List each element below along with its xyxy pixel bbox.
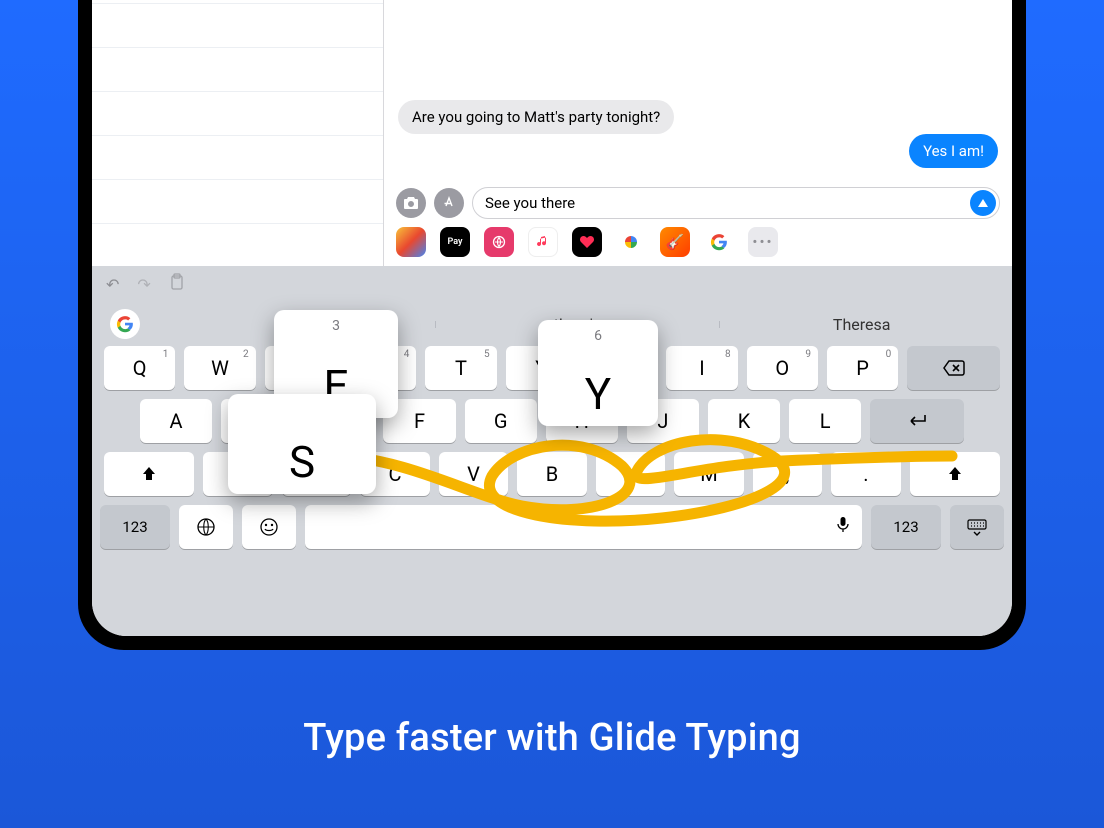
hide-keyboard-key[interactable]: [950, 505, 1004, 549]
appstore-icon[interactable]: [434, 188, 464, 218]
google-app-icon[interactable]: [704, 227, 734, 257]
message-input[interactable]: See you there: [472, 187, 1000, 219]
globe-key[interactable]: [179, 505, 233, 549]
redo-icon[interactable]: ↷: [137, 275, 150, 294]
conversation-list: [92, 0, 384, 266]
clipboard-icon[interactable]: [169, 273, 185, 295]
imessage-app-strip[interactable]: Pay 🎸: [384, 222, 1012, 262]
music-icon[interactable]: [528, 227, 558, 257]
google-photos-icon[interactable]: [616, 227, 646, 257]
key-k[interactable]: K: [708, 399, 780, 443]
key-comma[interactable]: ,: [753, 452, 822, 496]
suggestion-3[interactable]: Theresa: [719, 315, 1004, 334]
digital-touch-icon[interactable]: [572, 227, 602, 257]
key-popup-y: 6Y: [538, 320, 658, 426]
key-a[interactable]: A: [140, 399, 212, 443]
key-popup-s: S: [228, 394, 376, 494]
key-t[interactable]: T5: [425, 346, 496, 390]
camera-icon[interactable]: [396, 188, 426, 218]
apple-pay-icon[interactable]: Pay: [440, 227, 470, 257]
key-q[interactable]: Q1: [104, 346, 175, 390]
key-g[interactable]: G: [465, 399, 537, 443]
shift-key-left[interactable]: [104, 452, 194, 496]
key-o[interactable]: O9: [747, 346, 818, 390]
key-m[interactable]: M: [674, 452, 743, 496]
emoji-key[interactable]: [242, 505, 296, 549]
undo-icon[interactable]: ↶: [106, 275, 119, 294]
message-input-text: See you there: [485, 194, 575, 212]
key-v[interactable]: V: [439, 452, 508, 496]
key-l[interactable]: L: [789, 399, 861, 443]
enter-key[interactable]: [870, 399, 964, 443]
photos-app-icon[interactable]: [396, 227, 426, 257]
compose-row: See you there: [384, 184, 1012, 222]
mic-icon[interactable]: [836, 516, 850, 538]
garageband-icon[interactable]: 🎸: [660, 227, 690, 257]
tablet-frame: Are you going to Matt's party tonight? Y…: [78, 0, 1026, 650]
spacebar[interactable]: [305, 505, 862, 549]
key-n[interactable]: N: [596, 452, 665, 496]
more-apps-icon[interactable]: •••: [748, 227, 778, 257]
send-button[interactable]: [970, 190, 996, 216]
messages-app: Are you going to Matt's party tonight? Y…: [92, 0, 1012, 266]
numbers-key-right[interactable]: 123: [871, 505, 941, 549]
key-p[interactable]: P0: [827, 346, 898, 390]
tablet-screen: Are you going to Matt's party tonight? Y…: [92, 0, 1012, 636]
promo-tagline: Type faster with Glide Typing: [0, 716, 1104, 760]
memoji-icon[interactable]: [484, 227, 514, 257]
shift-key-right[interactable]: [910, 452, 1000, 496]
chat-pane: Are you going to Matt's party tonight? Y…: [384, 0, 1012, 266]
message-outgoing: Yes I am!: [909, 134, 998, 168]
key-w[interactable]: W2: [184, 346, 255, 390]
keyboard-toolbar: ↶ ↷: [100, 266, 1004, 302]
google-search-icon[interactable]: [110, 309, 140, 339]
numbers-key-left[interactable]: 123: [100, 505, 170, 549]
backspace-key[interactable]: [907, 346, 1000, 390]
message-incoming: Are you going to Matt's party tonight?: [398, 100, 674, 134]
key-i[interactable]: I8: [666, 346, 737, 390]
key-b[interactable]: B: [517, 452, 586, 496]
keyboard: ↶ ↷ there's Theresa Q1W2E3R4T5Y6U7I8O9P0…: [92, 266, 1012, 636]
key-period[interactable]: .: [831, 452, 900, 496]
